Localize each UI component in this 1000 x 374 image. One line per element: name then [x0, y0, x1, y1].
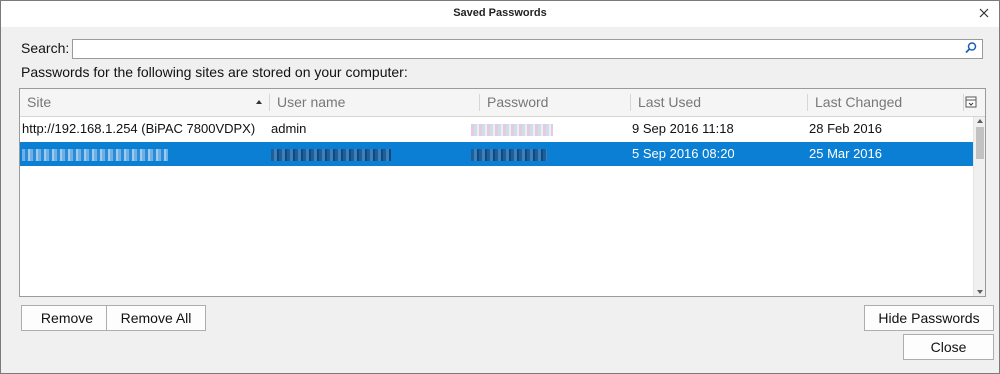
info-text: Passwords for the following sites are st…	[21, 64, 408, 80]
close-icon	[979, 8, 989, 18]
window-title: Saved Passwords	[453, 7, 547, 19]
last-used-cell: 9 Sep 2016 11:18	[632, 121, 734, 136]
column-label: Password	[487, 94, 549, 110]
passwords-table[interactable]: Site User name Password Last Used Last C…	[19, 88, 986, 297]
column-header-password[interactable]: Password	[480, 89, 631, 116]
site-cell: http://192.168.1.254 (BiPAC 7800VDPX)	[22, 121, 256, 136]
search-icon[interactable]	[964, 41, 978, 55]
password-cell	[471, 117, 621, 141]
saved-passwords-dialog: Saved Passwords Search: Passwords for th…	[0, 0, 1000, 374]
column-label: Last Used	[638, 94, 702, 110]
table-header: Site User name Password Last Used Last C…	[20, 89, 985, 117]
sort-ascending-icon	[256, 100, 262, 104]
password-cell	[471, 142, 621, 166]
redacted-password	[471, 123, 553, 136]
title-bar: Saved Passwords	[1, 1, 999, 27]
scroll-up-icon[interactable]	[977, 119, 983, 123]
column-header-last-changed[interactable]: Last Changed	[808, 89, 964, 116]
vertical-scrollbar[interactable]	[973, 117, 985, 296]
last-changed-cell: 28 Feb 2016	[809, 121, 883, 136]
search-field[interactable]	[72, 39, 983, 59]
username-cell: admin	[271, 121, 307, 136]
hide-passwords-button[interactable]: Hide Passwords	[864, 305, 994, 331]
column-header-username[interactable]: User name	[270, 89, 480, 116]
redacted-site	[22, 148, 168, 161]
table-row[interactable]: http://192.168.1.254 (BiPAC 7800VDPX) ad…	[20, 117, 973, 141]
column-header-last-used[interactable]: Last Used	[631, 89, 808, 116]
redacted-username	[271, 148, 391, 161]
column-label: User name	[277, 94, 346, 110]
table-row-selected[interactable]: 5 Sep 2016 08:20 25 Mar 2016	[20, 142, 973, 166]
column-picker-icon[interactable]	[964, 95, 978, 109]
close-button[interactable]: Close	[903, 334, 994, 360]
redacted-password	[471, 148, 547, 161]
last-used-cell: 5 Sep 2016 08:20	[632, 146, 735, 161]
search-input[interactable]	[73, 40, 961, 58]
site-cell	[22, 142, 267, 166]
scroll-down-icon[interactable]	[977, 290, 983, 294]
scrollbar-thumb[interactable]	[976, 127, 984, 159]
column-label: Last Changed	[815, 94, 903, 110]
search-label: Search:	[21, 40, 70, 56]
close-window-button[interactable]	[975, 4, 993, 22]
last-changed-cell: 25 Mar 2016	[809, 146, 882, 161]
remove-button[interactable]: Remove	[21, 305, 113, 331]
column-label: Site	[27, 94, 52, 110]
remove-all-button[interactable]: Remove All	[106, 305, 206, 331]
column-header-site[interactable]: Site	[20, 89, 270, 116]
username-cell	[271, 142, 471, 166]
